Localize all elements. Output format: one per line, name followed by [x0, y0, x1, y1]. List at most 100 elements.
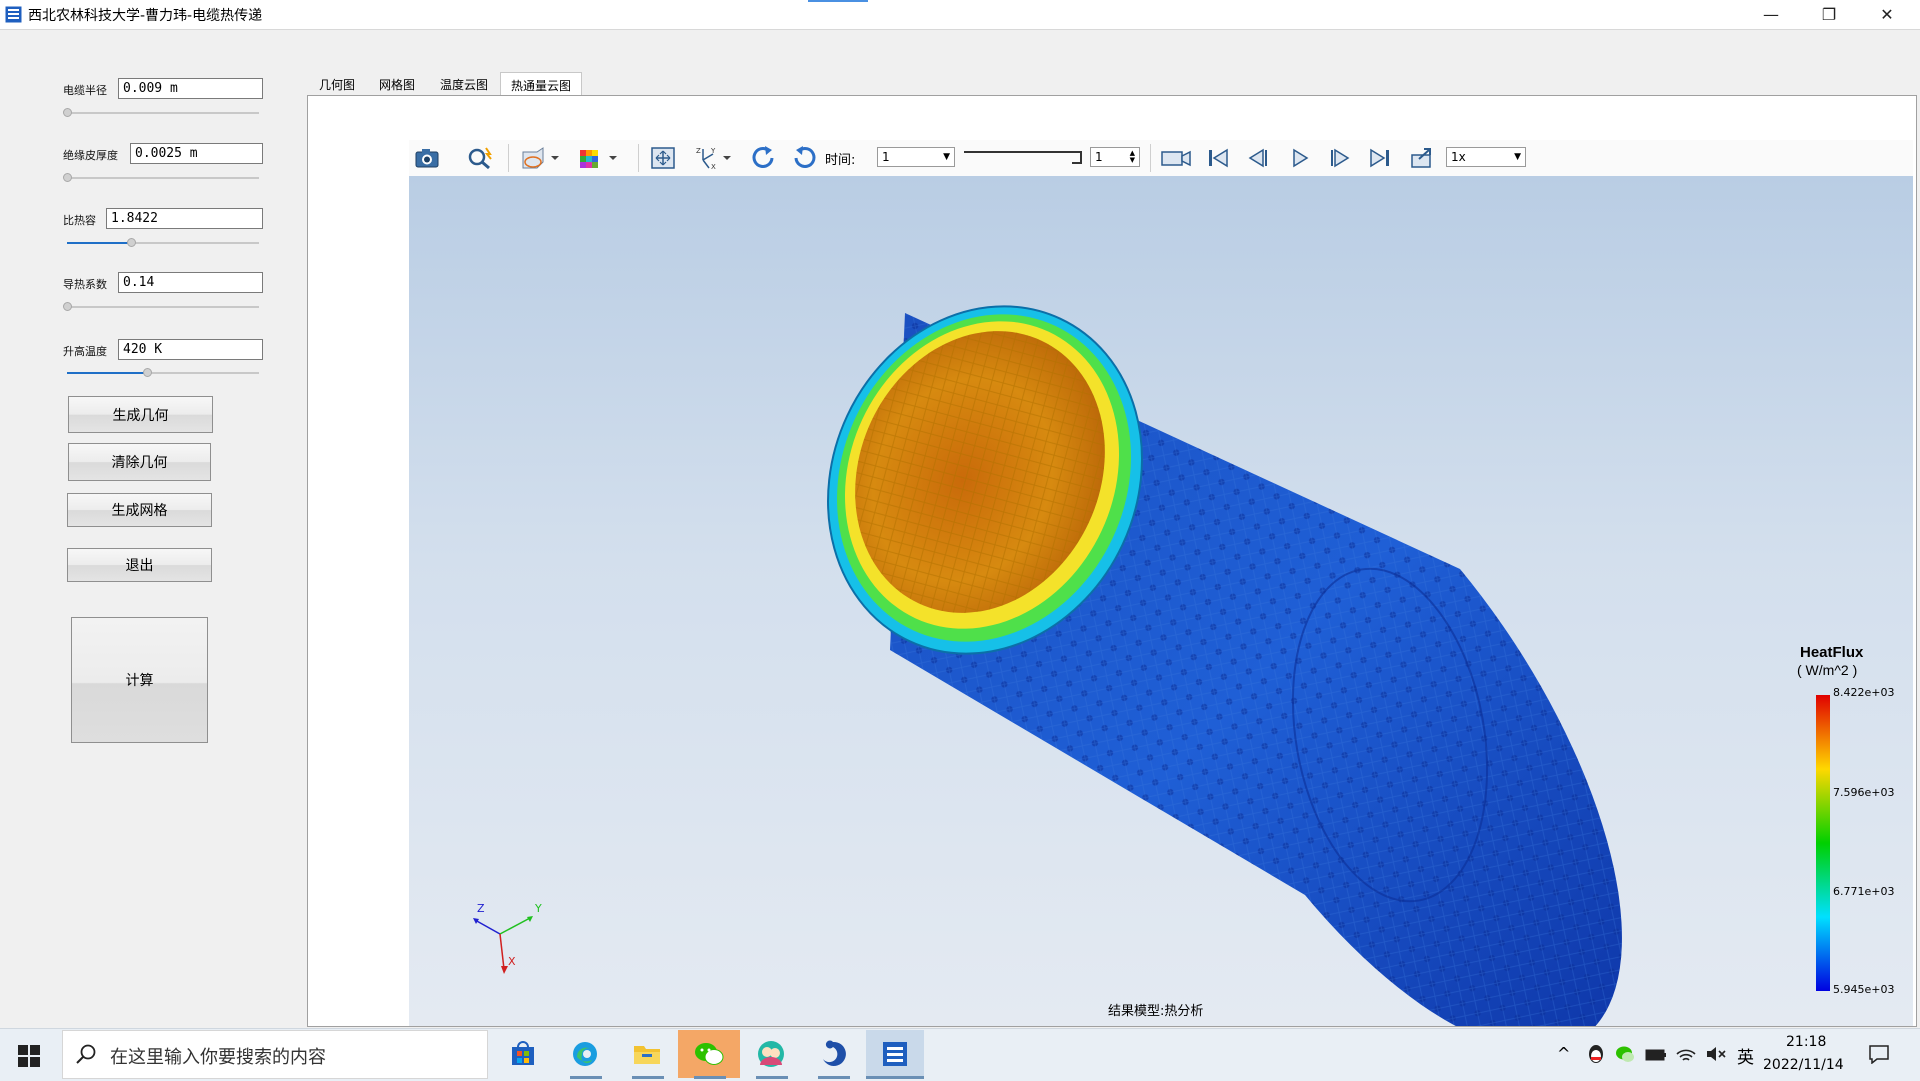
param-label-specific-heat: 比热容	[63, 214, 96, 227]
edge-icon[interactable]	[556, 1030, 614, 1078]
temperature-slider-fill	[67, 372, 148, 374]
param-label-radius: 电缆半径	[63, 84, 107, 97]
prev-frame-icon[interactable]	[1242, 145, 1274, 171]
toolbar-separator	[638, 144, 639, 172]
window-title: 西北农林科技大学-曹力玮-电缆热传递	[28, 8, 263, 24]
battery-icon[interactable]	[1645, 1047, 1667, 1066]
contacts-icon[interactable]	[742, 1030, 800, 1078]
heatflux-cylinder-render	[827, 305, 1830, 1026]
insulation-thickness-input[interactable]: 0.0025 m	[130, 143, 263, 164]
wechat-icon[interactable]	[680, 1030, 738, 1078]
toolbar-separator	[1150, 144, 1151, 172]
volume-muted-icon[interactable]	[1705, 1044, 1727, 1068]
toolbar-separator	[508, 144, 509, 172]
explorer-running-indicator	[632, 1076, 664, 1079]
edge-running-indicator	[570, 1076, 602, 1079]
temperature-input[interactable]: 420 K	[118, 339, 263, 360]
tab-temperature[interactable]: 温度云图	[434, 73, 494, 95]
close-button[interactable]: ✕	[1858, 0, 1916, 29]
step-spinbox[interactable]: 1 ▲ ▼	[1090, 147, 1140, 167]
record-icon[interactable]	[1158, 145, 1194, 171]
chevron-down-icon: ▼	[1514, 152, 1521, 162]
generate-mesh-button[interactable]: 生成网格	[67, 493, 212, 527]
conductivity-input[interactable]: 0.14	[118, 272, 263, 293]
conductivity-slider[interactable]	[67, 306, 259, 308]
swirl-running-indicator	[818, 1076, 850, 1079]
store-icon[interactable]	[494, 1030, 552, 1078]
minimize-button[interactable]: —	[1742, 0, 1800, 29]
insulation-slider[interactable]	[67, 177, 259, 179]
specific-heat-input[interactable]: 1.8422	[106, 208, 263, 229]
specific-heat-slider-thumb[interactable]	[127, 238, 136, 247]
cable-app-running-indicator	[866, 1076, 924, 1079]
svg-text:Z: Z	[696, 147, 701, 155]
color-cube-icon[interactable]	[576, 145, 622, 171]
tab-mesh[interactable]: 网格图	[372, 73, 422, 95]
export-icon[interactable]	[1406, 145, 1438, 171]
clock-date[interactable]: 2022/11/14	[1763, 1057, 1844, 1073]
clear-geometry-button[interactable]: 清除几何	[68, 443, 211, 481]
time-slider-thumb[interactable]	[1072, 152, 1082, 164]
tab-geometry[interactable]: 几何图	[312, 73, 362, 95]
last-frame-icon[interactable]	[1364, 145, 1396, 171]
param-label-conductivity: 导热系数	[63, 278, 107, 291]
time-slider-track[interactable]	[964, 151, 1082, 153]
axis-label-x: X	[508, 955, 516, 968]
restore-button[interactable]: ❐	[1800, 0, 1858, 29]
result-viewport[interactable]: HeatFlux ( W/m^2 ) 8.422e+03 7.596e+03 6…	[409, 176, 1913, 1026]
legend-tick-max: 8.422e+03	[1833, 686, 1895, 699]
legend-tick-min: 5.945e+03	[1833, 983, 1895, 996]
rotate-ccw-icon[interactable]	[788, 145, 820, 171]
cable-app-icon[interactable]	[866, 1030, 924, 1078]
rotate-cw-icon[interactable]	[748, 145, 780, 171]
play-icon[interactable]	[1284, 145, 1316, 171]
first-frame-icon[interactable]	[1202, 145, 1234, 171]
wechat-running-indicator	[694, 1076, 726, 1079]
fit-view-icon[interactable]	[648, 145, 678, 171]
notification-icon[interactable]	[1868, 1044, 1890, 1068]
display-mode-icon[interactable]	[518, 145, 562, 171]
radius-input[interactable]: 0.009 m	[118, 78, 263, 99]
compute-button[interactable]: 计算	[71, 617, 208, 743]
wechat-tray-icon[interactable]	[1615, 1044, 1635, 1068]
contacts-running-indicator	[756, 1076, 788, 1079]
legend-title: HeatFlux	[1800, 644, 1864, 661]
insulation-slider-thumb[interactable]	[63, 173, 72, 182]
param-label-insulation: 绝缘皮厚度	[63, 149, 118, 162]
tray-overflow-caret[interactable]: ^	[1557, 1044, 1570, 1063]
chevron-down-icon: ▼	[943, 152, 950, 162]
radius-slider[interactable]	[67, 112, 259, 114]
qq-tray-icon[interactable]	[1585, 1043, 1607, 1069]
windows-start-icon[interactable]	[18, 1045, 40, 1071]
time-select-value: 1	[882, 150, 890, 164]
radius-slider-thumb[interactable]	[63, 108, 72, 117]
ime-indicator[interactable]: 英	[1737, 1043, 1754, 1068]
search-icon	[75, 1043, 97, 1069]
speed-select-value: 1x	[1451, 150, 1466, 164]
zoom-icon[interactable]	[464, 145, 496, 171]
title-accent-bar	[808, 0, 868, 2]
axes-icon[interactable]: Z Y X	[690, 145, 734, 171]
title-bar	[0, 0, 1920, 30]
step-spinbox-value: 1	[1095, 150, 1103, 164]
legend-color-bar	[1816, 695, 1830, 991]
explorer-icon[interactable]	[618, 1030, 676, 1078]
speed-select[interactable]: 1x ▼	[1446, 147, 1526, 167]
next-frame-icon[interactable]	[1324, 145, 1356, 171]
temperature-slider-thumb[interactable]	[143, 368, 152, 377]
param-label-temperature: 升高温度	[63, 345, 107, 358]
tab-heatflux[interactable]: 热通量云图	[500, 72, 582, 97]
search-placeholder: 在这里输入你要搜索的内容	[110, 1047, 326, 1068]
conductivity-slider-thumb[interactable]	[63, 302, 72, 311]
wifi-icon[interactable]	[1675, 1044, 1697, 1068]
swirl-app-icon[interactable]	[804, 1030, 862, 1078]
generate-geometry-button[interactable]: 生成几何	[68, 396, 213, 433]
clock-time[interactable]: 21:18	[1786, 1034, 1826, 1050]
camera-icon[interactable]	[412, 145, 442, 171]
exit-button[interactable]: 退出	[67, 548, 212, 582]
svg-text:Y: Y	[710, 147, 716, 155]
model-caption: 结果模型:热分析	[1108, 1004, 1204, 1019]
spin-arrows-icon: ▲ ▼	[1129, 149, 1135, 164]
time-select[interactable]: 1 ▼	[877, 147, 955, 167]
svg-text:X: X	[711, 163, 716, 170]
